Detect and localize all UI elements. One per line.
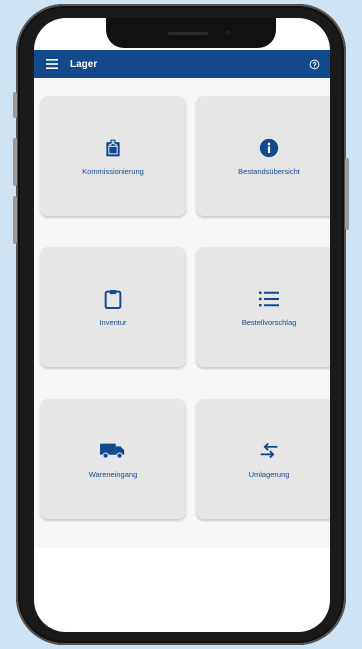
list-icon bbox=[259, 288, 279, 310]
tile-grid: Kommissionierung Bestandsübersicht Inven… bbox=[34, 78, 330, 548]
volume-down-button bbox=[13, 196, 17, 244]
mute-switch bbox=[13, 92, 17, 118]
power-button bbox=[345, 158, 349, 230]
tile-label: Kommissionierung bbox=[82, 166, 144, 176]
tile-label: Bestellvorschlag bbox=[241, 317, 297, 327]
device-stage: Lager Kommissionierung Bestandsübersicht… bbox=[0, 0, 362, 649]
front-camera bbox=[226, 30, 231, 35]
swap-arrows-icon bbox=[259, 440, 279, 462]
tile-kommissionierung[interactable]: Kommissionierung bbox=[40, 96, 186, 216]
tile-label: Inventur bbox=[99, 317, 127, 327]
phone-screen: Lager Kommissionierung Bestandsübersicht… bbox=[34, 18, 330, 632]
tile-umlagerung[interactable]: Umlagerung bbox=[196, 399, 330, 519]
truck-icon bbox=[100, 440, 126, 462]
hamburger-menu-icon[interactable] bbox=[38, 50, 66, 78]
help-circle-icon[interactable] bbox=[302, 52, 326, 76]
tile-label: Umlagerung bbox=[248, 469, 290, 479]
tile-inventur[interactable]: Inventur bbox=[40, 247, 186, 367]
clipboard-icon bbox=[104, 288, 122, 310]
tile-bestandsuebersicht[interactable]: Bestandsübersicht bbox=[196, 96, 330, 216]
briefcase-clipboard-icon bbox=[103, 137, 123, 159]
tile-bestellvorschlag[interactable]: Bestellvorschlag bbox=[196, 247, 330, 367]
page-title: Lager bbox=[70, 58, 98, 70]
tile-wareneingang[interactable]: Wareneingang bbox=[40, 399, 186, 519]
earpiece-speaker bbox=[168, 32, 208, 35]
tile-label: Wareneingang bbox=[88, 469, 138, 479]
tile-label: Bestandsübersicht bbox=[238, 166, 300, 176]
volume-up-button bbox=[13, 138, 17, 186]
info-circle-icon bbox=[259, 137, 279, 159]
device-notch bbox=[106, 18, 276, 48]
app-header: Lager bbox=[34, 50, 330, 78]
